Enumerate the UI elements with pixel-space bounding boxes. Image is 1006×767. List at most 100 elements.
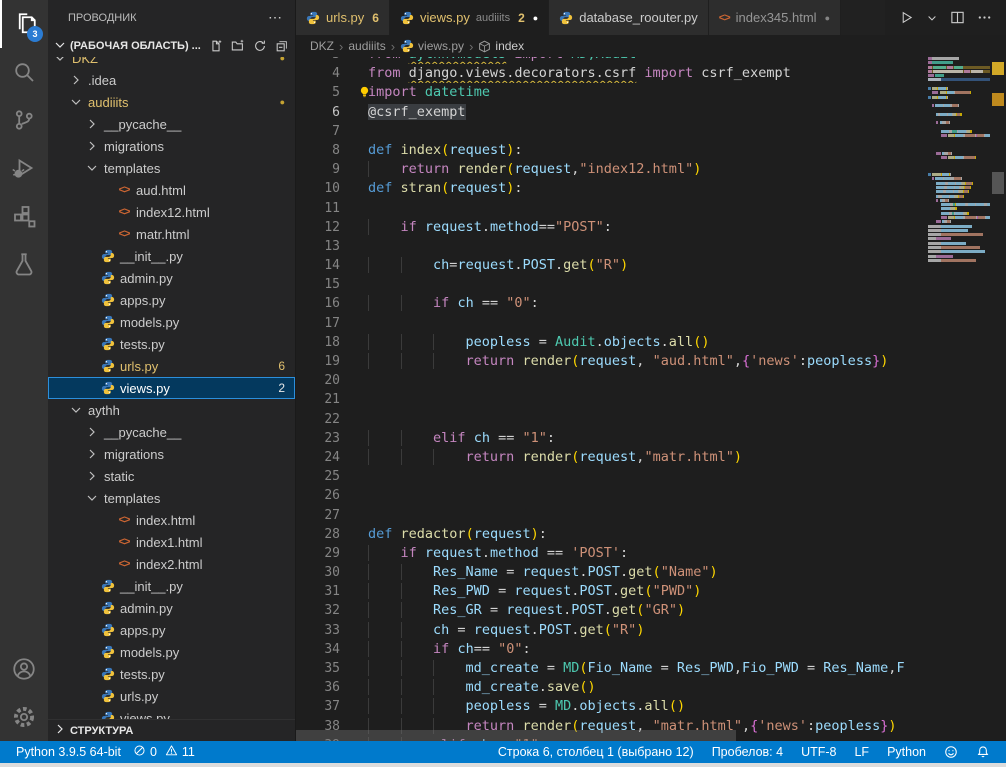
tree-item-DKZ[interactable]: DKZ● [48, 57, 295, 69]
indentation-status[interactable]: Пробелов: 4 [706, 745, 789, 759]
code-line[interactable]: 5import datetime [296, 83, 928, 102]
code-line[interactable]: 29 if request.method == 'POST': [296, 544, 928, 563]
code-line[interactable]: 14 ch=request.POST.get("R") [296, 256, 928, 275]
run-button[interactable] [899, 10, 914, 25]
horizontal-scrollbar[interactable] [296, 730, 736, 741]
tree-item-admin.py[interactable]: admin.py [48, 267, 295, 289]
code-line[interactable]: 19 return render(request, "aud.html",{'n… [296, 352, 928, 371]
workspace-section-header[interactable]: (РАБОЧАЯ ОБЛАСТЬ) ... [48, 35, 295, 57]
split-editor-icon[interactable] [950, 10, 965, 25]
code-line[interactable]: 20 [296, 371, 928, 390]
tree-item-index1.html[interactable]: <>index1.html [48, 531, 295, 553]
code-line[interactable]: 22 [296, 410, 928, 429]
code-line[interactable]: 21 [296, 390, 928, 409]
language-mode-status[interactable]: Python [881, 745, 932, 759]
code-line[interactable]: 8def index(request): [296, 141, 928, 160]
run-dropdown-icon[interactable] [926, 12, 938, 24]
tab-database_roouter.py[interactable]: database_roouter.py [549, 0, 709, 35]
tree-item-__init__.py[interactable]: __init__.py [48, 245, 295, 267]
code-line[interactable]: 33 ch = request.POST.get("R") [296, 621, 928, 640]
minimap[interactable] [928, 57, 990, 741]
code-line[interactable]: 32 Res_GR = request.POST.get("GR") [296, 601, 928, 620]
eol-status[interactable]: LF [848, 745, 875, 759]
code-line[interactable]: 3from aythh.models import MD,Audit [296, 57, 928, 64]
tab-index345.html[interactable]: <>index345.html● [709, 0, 841, 35]
tree-item-admin.py[interactable]: admin.py [48, 597, 295, 619]
code-line[interactable]: 4from django.views.decorators.csrf impor… [296, 64, 928, 83]
tree-item-.idea[interactable]: .idea [48, 69, 295, 91]
sidebar-more-actions-icon[interactable]: ⋯ [268, 9, 283, 26]
tab-urls.py[interactable]: urls.py6 [296, 0, 390, 35]
tree-item-migrations[interactable]: migrations [48, 135, 295, 157]
activity-testing-icon[interactable] [0, 240, 48, 288]
activity-search-icon[interactable] [0, 48, 48, 96]
tab-views.py[interactable]: views.pyaudiiits2● [390, 0, 549, 35]
tree-item-matr.html[interactable]: <>matr.html [48, 223, 295, 245]
code-line[interactable]: 16 if ch == "0": [296, 294, 928, 313]
breadcrumb-DKZ[interactable]: DKZ [310, 39, 334, 53]
activity-source-control-icon[interactable] [0, 96, 48, 144]
tree-item-aud.html[interactable]: <>aud.html [48, 179, 295, 201]
code-line[interactable]: 34 if ch== "0": [296, 640, 928, 659]
tree-item-tests.py[interactable]: tests.py [48, 663, 295, 685]
more-actions-icon[interactable] [977, 10, 992, 25]
code-line[interactable]: 18 peopless = Audit.objects.all() [296, 333, 928, 352]
tree-item-apps.py[interactable]: apps.py [48, 289, 295, 311]
code-line[interactable]: 15 [296, 275, 928, 294]
new-file-icon[interactable] [209, 39, 223, 53]
breadcrumb-index[interactable]: index [478, 39, 524, 53]
tree-item-static[interactable]: static [48, 465, 295, 487]
code-line[interactable]: 10def stran(request): [296, 179, 928, 198]
breadcrumb-audiiits[interactable]: audiiits [348, 39, 385, 53]
tree-item-models.py[interactable]: models.py [48, 311, 295, 333]
code-line[interactable]: 30 Res_Name = request.POST.get("Name") [296, 563, 928, 582]
tree-item-tests.py[interactable]: tests.py [48, 333, 295, 355]
code-line[interactable]: 17 [296, 314, 928, 333]
code-line[interactable]: 27 [296, 506, 928, 525]
tree-item-index12.html[interactable]: <>index12.html [48, 201, 295, 223]
breadcrumb-views.py[interactable]: views.py [400, 39, 464, 53]
new-folder-icon[interactable] [231, 39, 245, 53]
code-line[interactable]: 25 [296, 467, 928, 486]
tree-item-urls.py[interactable]: urls.py6 [48, 355, 295, 377]
tree-item-__init__.py[interactable]: __init__.py [48, 575, 295, 597]
code-line[interactable]: 24 return render(request,"matr.html") [296, 448, 928, 467]
problems-status[interactable]: 011 [127, 744, 201, 760]
code-line[interactable]: 37 peopless = MD.objects.all() [296, 697, 928, 716]
code-line[interactable]: 13 [296, 237, 928, 256]
outline-section-header[interactable]: СТРУКТУРА [48, 719, 295, 741]
tree-item-urls.py[interactable]: urls.py [48, 685, 295, 707]
code-line[interactable]: 31 Res_PWD = request.POST.get("PWD") [296, 582, 928, 601]
tree-item-index2.html[interactable]: <>index2.html [48, 553, 295, 575]
code-line[interactable]: 36 md_create.save() [296, 678, 928, 697]
feedback-icon[interactable] [938, 745, 964, 759]
tree-item-views.py[interactable]: views.py [48, 707, 295, 719]
code-line[interactable]: 12 if request.method=="POST": [296, 218, 928, 237]
code-line[interactable]: 9 return render(request,"index12.html") [296, 160, 928, 179]
overview-ruler-scrollbar[interactable] [990, 57, 1006, 741]
tree-item-views.py[interactable]: views.py2 [48, 377, 295, 399]
activity-account-icon[interactable] [0, 645, 48, 693]
refresh-icon[interactable] [253, 39, 267, 53]
tree-item-aythh[interactable]: aythh [48, 399, 295, 421]
code-line[interactable]: 7 [296, 122, 928, 141]
tree-item-audiiits[interactable]: audiiits● [48, 91, 295, 113]
tree-item-__pycache__[interactable]: __pycache__ [48, 421, 295, 443]
notifications-bell-icon[interactable] [970, 745, 996, 759]
code-pane[interactable]: 3from aythh.models import MD,Audit4from … [296, 57, 928, 741]
collapse-all-icon[interactable] [275, 39, 289, 53]
tree-item-__pycache__[interactable]: __pycache__ [48, 113, 295, 135]
activity-run-debug-icon[interactable] [0, 144, 48, 192]
code-line[interactable]: 26 [296, 486, 928, 505]
code-line[interactable]: 6@csrf_exempt [296, 103, 928, 122]
activity-explorer-icon[interactable]: 3 [0, 0, 48, 48]
tree-item-models.py[interactable]: models.py [48, 641, 295, 663]
code-line[interactable]: 11 [296, 199, 928, 218]
tree-item-index.html[interactable]: <>index.html [48, 509, 295, 531]
code-line[interactable]: 23 elif ch == "1": [296, 429, 928, 448]
tree-item-templates[interactable]: templates [48, 157, 295, 179]
encoding-status[interactable]: UTF-8 [795, 745, 842, 759]
tree-item-apps.py[interactable]: apps.py [48, 619, 295, 641]
tree-item-templates[interactable]: templates [48, 487, 295, 509]
cursor-position-status[interactable]: Строка 6, столбец 1 (выбрано 12) [492, 745, 700, 759]
